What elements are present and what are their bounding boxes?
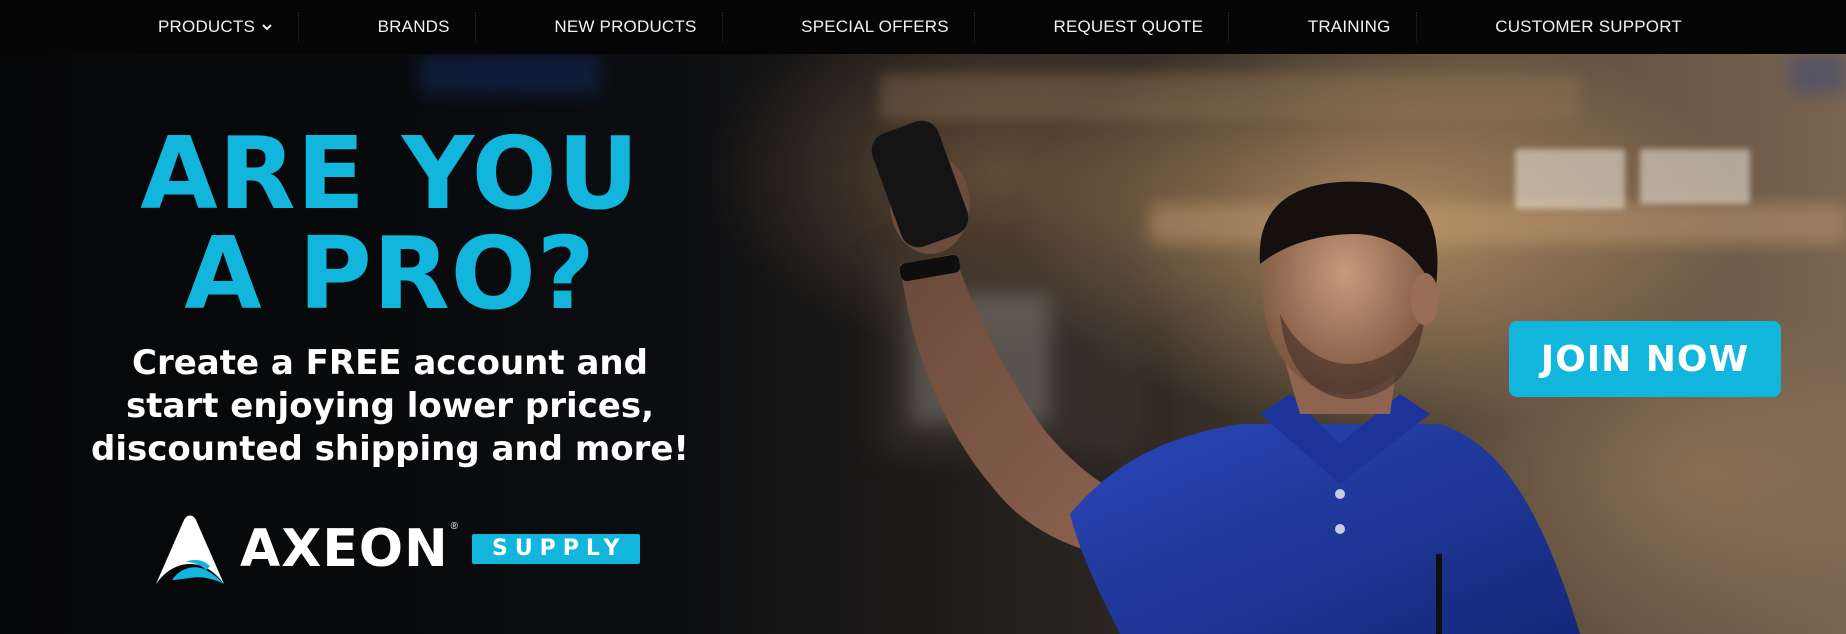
registered-mark: ® — [450, 521, 458, 532]
axeon-supply-logo: AXEON ® SUPPLY — [150, 509, 641, 589]
background-beam — [1790, 54, 1846, 94]
subtext-line: Create a FREE account and — [132, 343, 648, 383]
nav-item-label: REQUEST QUOTE — [1053, 17, 1204, 36]
headline-line: ARE YOU — [140, 115, 640, 232]
background-box — [1640, 149, 1750, 204]
nav-item-label: CUSTOMER SUPPORT — [1495, 17, 1682, 36]
nav-item-brands[interactable]: BRANDS — [360, 0, 476, 54]
nav-item-customer-support[interactable]: CUSTOMER SUPPORT — [1477, 0, 1700, 54]
nav-item-label: SPECIAL OFFERS — [801, 17, 949, 36]
nav-item-products[interactable]: PRODUCTS — [140, 0, 299, 54]
join-now-button[interactable]: JOIN NOW — [1509, 321, 1781, 397]
headline-line: A PRO? — [184, 215, 596, 332]
subtext-line: start enjoying lower prices, — [126, 386, 654, 426]
logo-wordmark: AXEON — [240, 519, 449, 579]
nav-item-label: NEW PRODUCTS — [554, 17, 697, 36]
background-beam — [420, 54, 600, 94]
nav-menu: PRODUCTS BRANDS NEW PRODUCTS SPECIAL OFF… — [140, 0, 1700, 54]
hero-subtext: Create a FREE account and start enjoying… — [80, 342, 700, 471]
nav-item-label: BRANDS — [377, 17, 450, 36]
hero-banner[interactable]: ARE YOU A PRO? Create a FREE account and… — [0, 54, 1846, 634]
nav-item-training[interactable]: TRAINING — [1290, 0, 1417, 54]
hero-headline: ARE YOU A PRO? — [80, 124, 700, 324]
nav-item-label: TRAINING — [1307, 17, 1391, 36]
nav-item-new-products[interactable]: NEW PRODUCTS — [536, 0, 723, 54]
chevron-down-icon — [262, 24, 272, 31]
nav-item-request-quote[interactable]: REQUEST QUOTE — [1035, 0, 1229, 54]
top-navigation-bar: PRODUCTS BRANDS NEW PRODUCTS SPECIAL OFF… — [0, 0, 1846, 54]
logo-supply-tag: SUPPLY — [471, 534, 641, 564]
nav-item-label: PRODUCTS — [158, 17, 255, 36]
hero-person-image — [871, 120, 1580, 634]
axeon-logo-icon — [156, 515, 224, 584]
subtext-line: discounted shipping and more! — [91, 429, 689, 469]
nav-item-special-offers[interactable]: SPECIAL OFFERS — [783, 0, 975, 54]
